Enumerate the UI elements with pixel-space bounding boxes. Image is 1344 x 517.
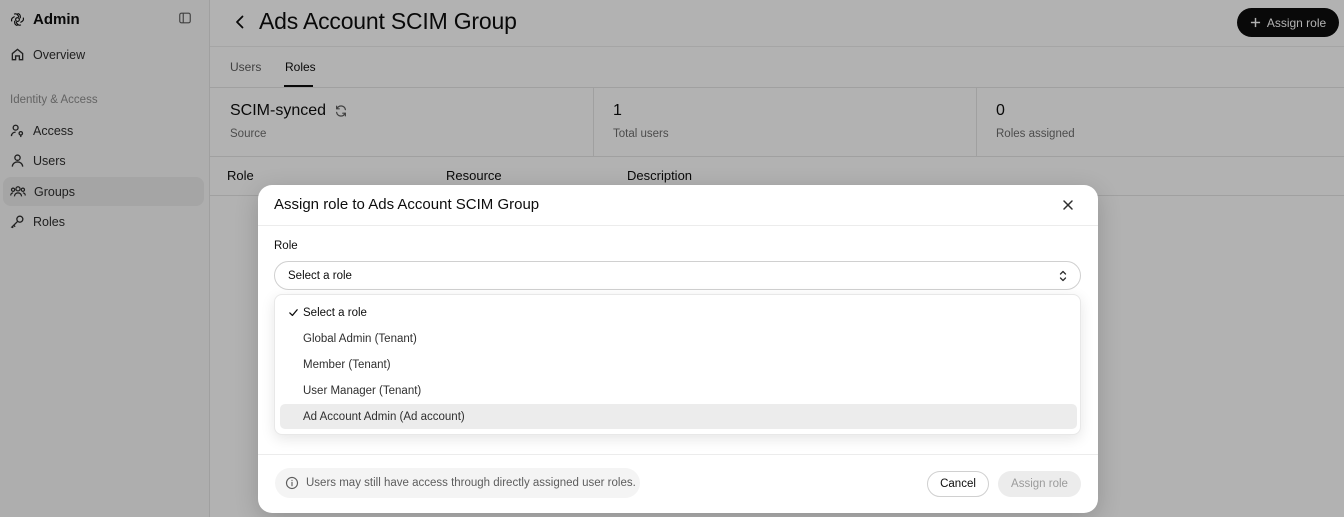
dialog-footer-divider: [258, 454, 1098, 455]
dropdown-option[interactable]: Global Admin (Tenant): [280, 326, 1077, 351]
assign-role-submit-button[interactable]: Assign role: [998, 471, 1081, 497]
assign-role-dialog: Assign role to Ads Account SCIM Group Ro…: [258, 185, 1098, 513]
dropdown-option[interactable]: User Manager (Tenant): [280, 378, 1077, 403]
info-notice-text: Users may still have access through dire…: [306, 477, 636, 489]
role-field-label: Role: [274, 240, 298, 252]
dropdown-option-label: User Manager (Tenant): [303, 384, 422, 397]
dropdown-option-label: Global Admin (Tenant): [303, 332, 417, 345]
info-notice: Users may still have access through dire…: [275, 468, 640, 498]
role-select[interactable]: Select a role: [274, 261, 1081, 290]
role-dropdown-menu: Select a role Global Admin (Tenant) Memb…: [274, 294, 1081, 435]
dropdown-option[interactable]: Ad Account Admin (Ad account): [280, 404, 1077, 429]
dropdown-option-label: Ad Account Admin (Ad account): [303, 410, 465, 423]
cancel-button[interactable]: Cancel: [927, 471, 989, 497]
info-icon: [285, 476, 299, 490]
dropdown-option[interactable]: Member (Tenant): [280, 352, 1077, 377]
dropdown-option-label: Select a role: [303, 306, 367, 319]
dialog-header-divider: [258, 225, 1098, 226]
dialog-title: Assign role to Ads Account SCIM Group: [274, 196, 540, 213]
chevron-up-down-icon: [1057, 269, 1069, 283]
role-select-value: Select a role: [288, 269, 352, 282]
close-icon[interactable]: [1061, 198, 1075, 212]
dropdown-option-label: Member (Tenant): [303, 358, 391, 371]
dropdown-option[interactable]: Select a role: [280, 300, 1077, 325]
check-icon: [288, 307, 299, 318]
